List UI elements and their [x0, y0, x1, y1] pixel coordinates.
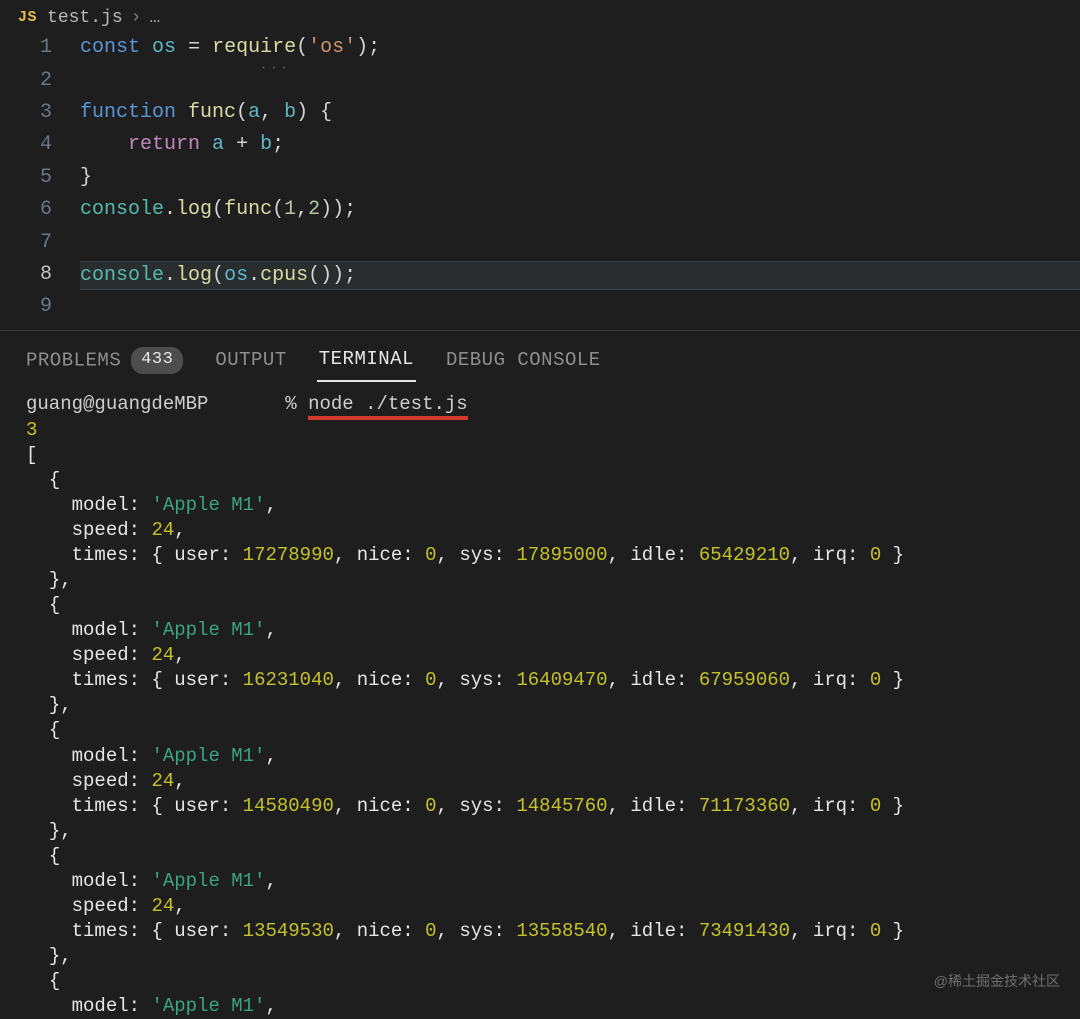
- tab-label: PROBLEMS: [26, 350, 121, 372]
- chevron-right-icon: ›: [131, 6, 142, 30]
- bottom-panel: PROBLEMS 433 OUTPUT TERMINAL DEBUG CONSOL…: [0, 330, 1080, 1019]
- line-number: 8: [0, 261, 80, 288]
- line-number: 5: [0, 164, 80, 191]
- terminal[interactable]: guang@guangdeMBP % node ./test.js 3 [ { …: [0, 388, 1080, 1019]
- line-number: 9: [0, 293, 80, 320]
- line-number: 7: [0, 229, 80, 256]
- tab-output[interactable]: OUTPUT: [213, 342, 288, 382]
- tab-problems[interactable]: PROBLEMS 433: [24, 341, 185, 382]
- panel-tabs: PROBLEMS 433 OUTPUT TERMINAL DEBUG CONSOL…: [0, 331, 1080, 389]
- code-editor[interactable]: 1 const os = require('os'); 2 3 function…: [0, 34, 1080, 330]
- line-number: 3: [0, 99, 80, 126]
- breadcrumb-ellipsis[interactable]: …: [149, 6, 160, 30]
- code-line[interactable]: 5 }: [0, 164, 1080, 196]
- line-number: 6: [0, 196, 80, 223]
- code-line[interactable]: 1 const os = require('os');: [0, 34, 1080, 66]
- tab-terminal[interactable]: TERMINAL: [317, 341, 416, 383]
- problems-count-badge: 433: [131, 347, 183, 374]
- line-number: 2: [0, 67, 80, 94]
- breadcrumb: JS test.js › …: [0, 0, 1080, 34]
- code-line[interactable]: 3 function func(a, b) {: [0, 99, 1080, 131]
- code-line[interactable]: 4 return a + b;: [0, 131, 1080, 163]
- tab-debug-console[interactable]: DEBUG CONSOLE: [444, 342, 603, 382]
- code-line[interactable]: 6 console.log(func(1,2));: [0, 196, 1080, 228]
- breadcrumb-file[interactable]: test.js: [47, 6, 123, 30]
- code-line[interactable]: 2: [0, 67, 1080, 99]
- line-number: 4: [0, 131, 80, 158]
- code-line[interactable]: 8 console.log(os.cpus());: [0, 261, 1080, 293]
- watermark: @稀土掘金技术社区: [934, 972, 1060, 991]
- line-number: 1: [0, 34, 80, 61]
- code-line[interactable]: 7: [0, 229, 1080, 261]
- code-line[interactable]: 9: [0, 293, 1080, 325]
- js-icon: JS: [18, 8, 37, 28]
